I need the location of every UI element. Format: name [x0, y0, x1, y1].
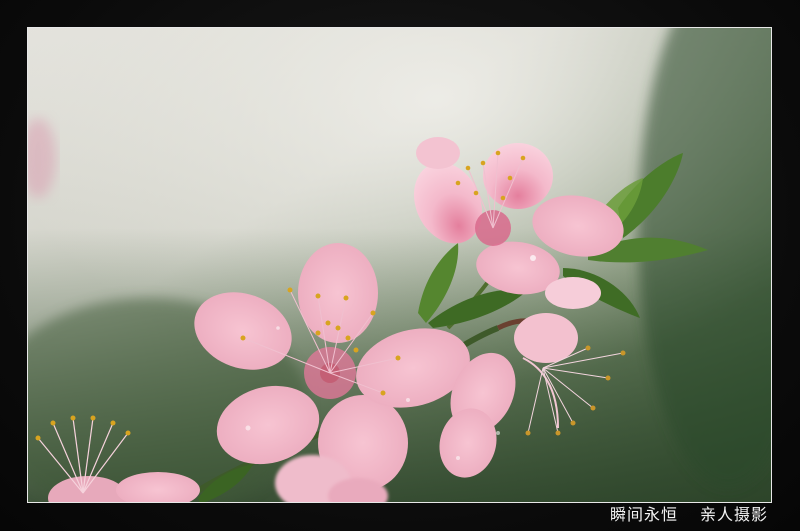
- photo-caption: 瞬间永恒 亲人摄影: [610, 505, 768, 525]
- photo-canvas: [28, 28, 771, 502]
- caption-title: 瞬间永恒: [609, 505, 678, 524]
- caption-credit: 亲人摄影: [699, 505, 768, 524]
- peach-blossom-photo: [27, 27, 772, 503]
- photo-frame: 瞬间永恒 亲人摄影: [0, 0, 800, 531]
